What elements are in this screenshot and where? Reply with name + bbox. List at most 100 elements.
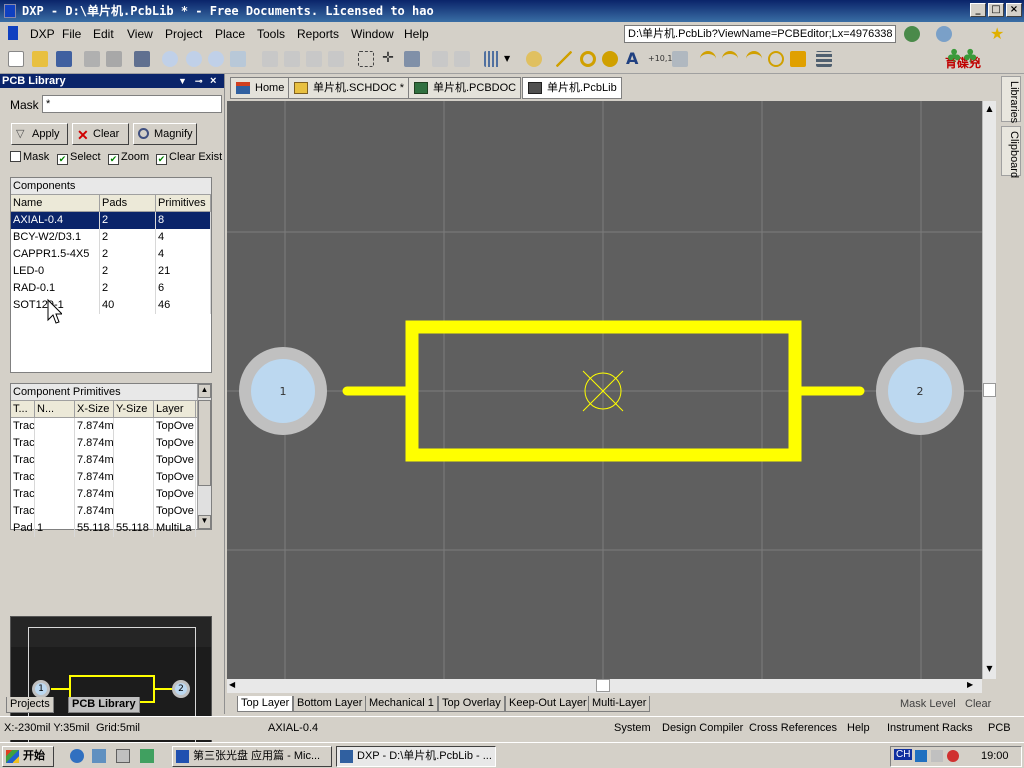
- open-icon[interactable]: [32, 51, 48, 67]
- select-checkbox-box[interactable]: ✔: [57, 154, 68, 165]
- task-word[interactable]: 第三张光盘 应用篇 - Mic...: [172, 746, 332, 767]
- tab-clipboard[interactable]: Clipboard: [1001, 126, 1021, 178]
- address-field[interactable]: D:\单片机.PcbLib?ViewName=PCBEditor;Lx=4976…: [624, 25, 896, 43]
- help-icon[interactable]: [526, 51, 542, 67]
- desktop-icon[interactable]: [116, 749, 130, 763]
- help-status-button[interactable]: Help: [847, 722, 870, 734]
- layer-multi[interactable]: Multi-Layer: [588, 696, 651, 712]
- layer-bottom[interactable]: Bottom Layer: [293, 696, 367, 712]
- menu-reports[interactable]: Reports: [297, 27, 339, 41]
- col-type-header[interactable]: T...: [11, 401, 35, 417]
- component-row[interactable]: LED-0 2 21: [11, 263, 211, 280]
- component-row[interactable]: AXIAL-0.4 2 8: [11, 212, 211, 229]
- col-name-header[interactable]: Name: [11, 195, 100, 211]
- arc-edge-icon[interactable]: [722, 51, 738, 67]
- hscroll-right-icon[interactable]: ▶: [967, 680, 973, 689]
- new-icon[interactable]: [8, 51, 24, 67]
- zoom-area-icon[interactable]: [230, 51, 246, 67]
- fill-tool-icon[interactable]: [790, 51, 806, 67]
- cut-icon[interactable]: [262, 51, 278, 67]
- tray-antivirus-icon[interactable]: [947, 750, 959, 762]
- clear-exist-checkbox[interactable]: ✔ Clear Exist: [156, 151, 222, 165]
- vscroll-down-icon[interactable]: ▼: [983, 664, 996, 676]
- mask-input[interactable]: *: [42, 95, 222, 113]
- tab-libraries[interactable]: Libraries: [1001, 76, 1021, 123]
- array-paste-icon[interactable]: [816, 51, 832, 67]
- panel-menu-icon[interactable]: ▼: [178, 74, 187, 88]
- zoom-fit-icon[interactable]: [208, 51, 224, 67]
- zoom-checkbox-box[interactable]: ✔: [108, 154, 119, 165]
- redo-icon[interactable]: [454, 51, 470, 67]
- layers-icon[interactable]: [134, 51, 150, 67]
- col-ysize-header[interactable]: Y-Size: [114, 401, 154, 417]
- clear-button[interactable]: ✕ Clear: [72, 123, 129, 145]
- clear-mask-button[interactable]: Clear: [965, 698, 991, 710]
- close-button[interactable]: ×: [1006, 3, 1022, 17]
- vscroll-thumb[interactable]: [983, 383, 996, 397]
- design-compiler-button[interactable]: Design Compiler: [662, 722, 743, 734]
- component-row[interactable]: BCY-W2/D3.1 2 4: [11, 229, 211, 246]
- paste-icon[interactable]: [306, 51, 322, 67]
- pad-tool-icon[interactable]: [580, 51, 596, 67]
- mini-viewer[interactable]: 1 2: [10, 616, 212, 762]
- component-row[interactable]: SOT129-1 40 46: [11, 297, 211, 314]
- select-area-icon[interactable]: [358, 51, 374, 67]
- system-button[interactable]: System: [614, 722, 651, 734]
- outlook-icon[interactable]: [92, 749, 106, 763]
- tray-volume-icon[interactable]: [931, 750, 943, 762]
- menu-edit[interactable]: Edit: [93, 27, 114, 41]
- pad-1[interactable]: 1: [239, 347, 327, 435]
- hscroll-left-icon[interactable]: ◀: [229, 680, 235, 689]
- select-checkbox[interactable]: ✔ Select: [57, 151, 101, 165]
- instrument-racks-button[interactable]: Instrument Racks: [887, 722, 973, 734]
- pcb-canvas[interactable]: 1 2: [227, 101, 982, 679]
- dimension-tool-icon[interactable]: [672, 51, 688, 67]
- scroll-up-icon[interactable]: ▲: [198, 384, 211, 398]
- canvas-vertical-scrollbar[interactable]: ▲ ▼: [982, 101, 996, 679]
- grid-icon[interactable]: [484, 51, 500, 67]
- copy-icon[interactable]: [284, 51, 300, 67]
- pcb-status-button[interactable]: PCB: [988, 722, 1011, 734]
- mask-level-button[interactable]: Mask Level: [900, 698, 956, 710]
- primitive-row[interactable]: Trac 7.874m TopOve: [11, 503, 211, 520]
- back-icon[interactable]: [904, 26, 920, 42]
- primitive-row[interactable]: Trac 7.874m TopOve: [11, 435, 211, 452]
- mask-checkbox[interactable]: Mask: [10, 151, 49, 163]
- forward-icon[interactable]: [936, 26, 952, 42]
- menu-place[interactable]: Place: [215, 27, 245, 41]
- panel-close-icon[interactable]: ×: [210, 74, 216, 88]
- grid-dropdown-icon[interactable]: ▼: [504, 51, 520, 67]
- tab-schdoc[interactable]: 单片机.SCHDOC *: [288, 77, 410, 99]
- canvas-horizontal-scrollbar[interactable]: ◀ ▶: [227, 679, 982, 693]
- menu-view[interactable]: View: [127, 27, 153, 41]
- menu-dxp[interactable]: DXP: [30, 27, 55, 41]
- string-tool-icon[interactable]: A: [626, 51, 642, 67]
- save-icon[interactable]: [56, 51, 72, 67]
- cross-references-button[interactable]: Cross References: [749, 722, 837, 734]
- layer-top-overlay[interactable]: Top Overlay: [438, 696, 505, 712]
- primitives-scrollbar[interactable]: ▲ ▼: [197, 384, 211, 529]
- primitive-row[interactable]: Trac 7.874m TopOve: [11, 469, 211, 486]
- zoom-in-icon[interactable]: [162, 51, 178, 67]
- task-dxp[interactable]: DXP - D:\单片机.PcbLib - ...: [336, 746, 496, 767]
- favorites-icon[interactable]: ★: [990, 24, 1004, 43]
- via-tool-icon[interactable]: [602, 51, 618, 67]
- menu-help[interactable]: Help: [404, 27, 429, 41]
- mask-checkbox-box[interactable]: [10, 151, 21, 162]
- quicklaunch-icon[interactable]: [140, 749, 154, 763]
- zoom-checkbox[interactable]: ✔ Zoom: [108, 151, 149, 165]
- menu-file[interactable]: File: [62, 27, 81, 41]
- col-primitives-header[interactable]: Primitives: [156, 195, 211, 211]
- menu-project[interactable]: Project: [165, 27, 202, 41]
- scroll-down-icon[interactable]: ▼: [198, 515, 211, 529]
- col-n-header[interactable]: N...: [35, 401, 75, 417]
- panel-pin-icon[interactable]: ⊸: [195, 74, 203, 88]
- arc-center-icon[interactable]: [700, 51, 716, 67]
- layer-keep-out[interactable]: Keep-Out Layer: [505, 696, 591, 712]
- pcb-drawing[interactable]: 1 2: [227, 101, 982, 679]
- primitive-row[interactable]: Pad 1 55.118 55.118 MultiLa: [11, 520, 211, 537]
- tab-pcb-library[interactable]: PCB Library: [68, 697, 140, 713]
- menu-window[interactable]: Window: [351, 27, 394, 41]
- primitive-row[interactable]: Trac 7.874m TopOve: [11, 452, 211, 469]
- start-button[interactable]: 开始: [2, 746, 54, 767]
